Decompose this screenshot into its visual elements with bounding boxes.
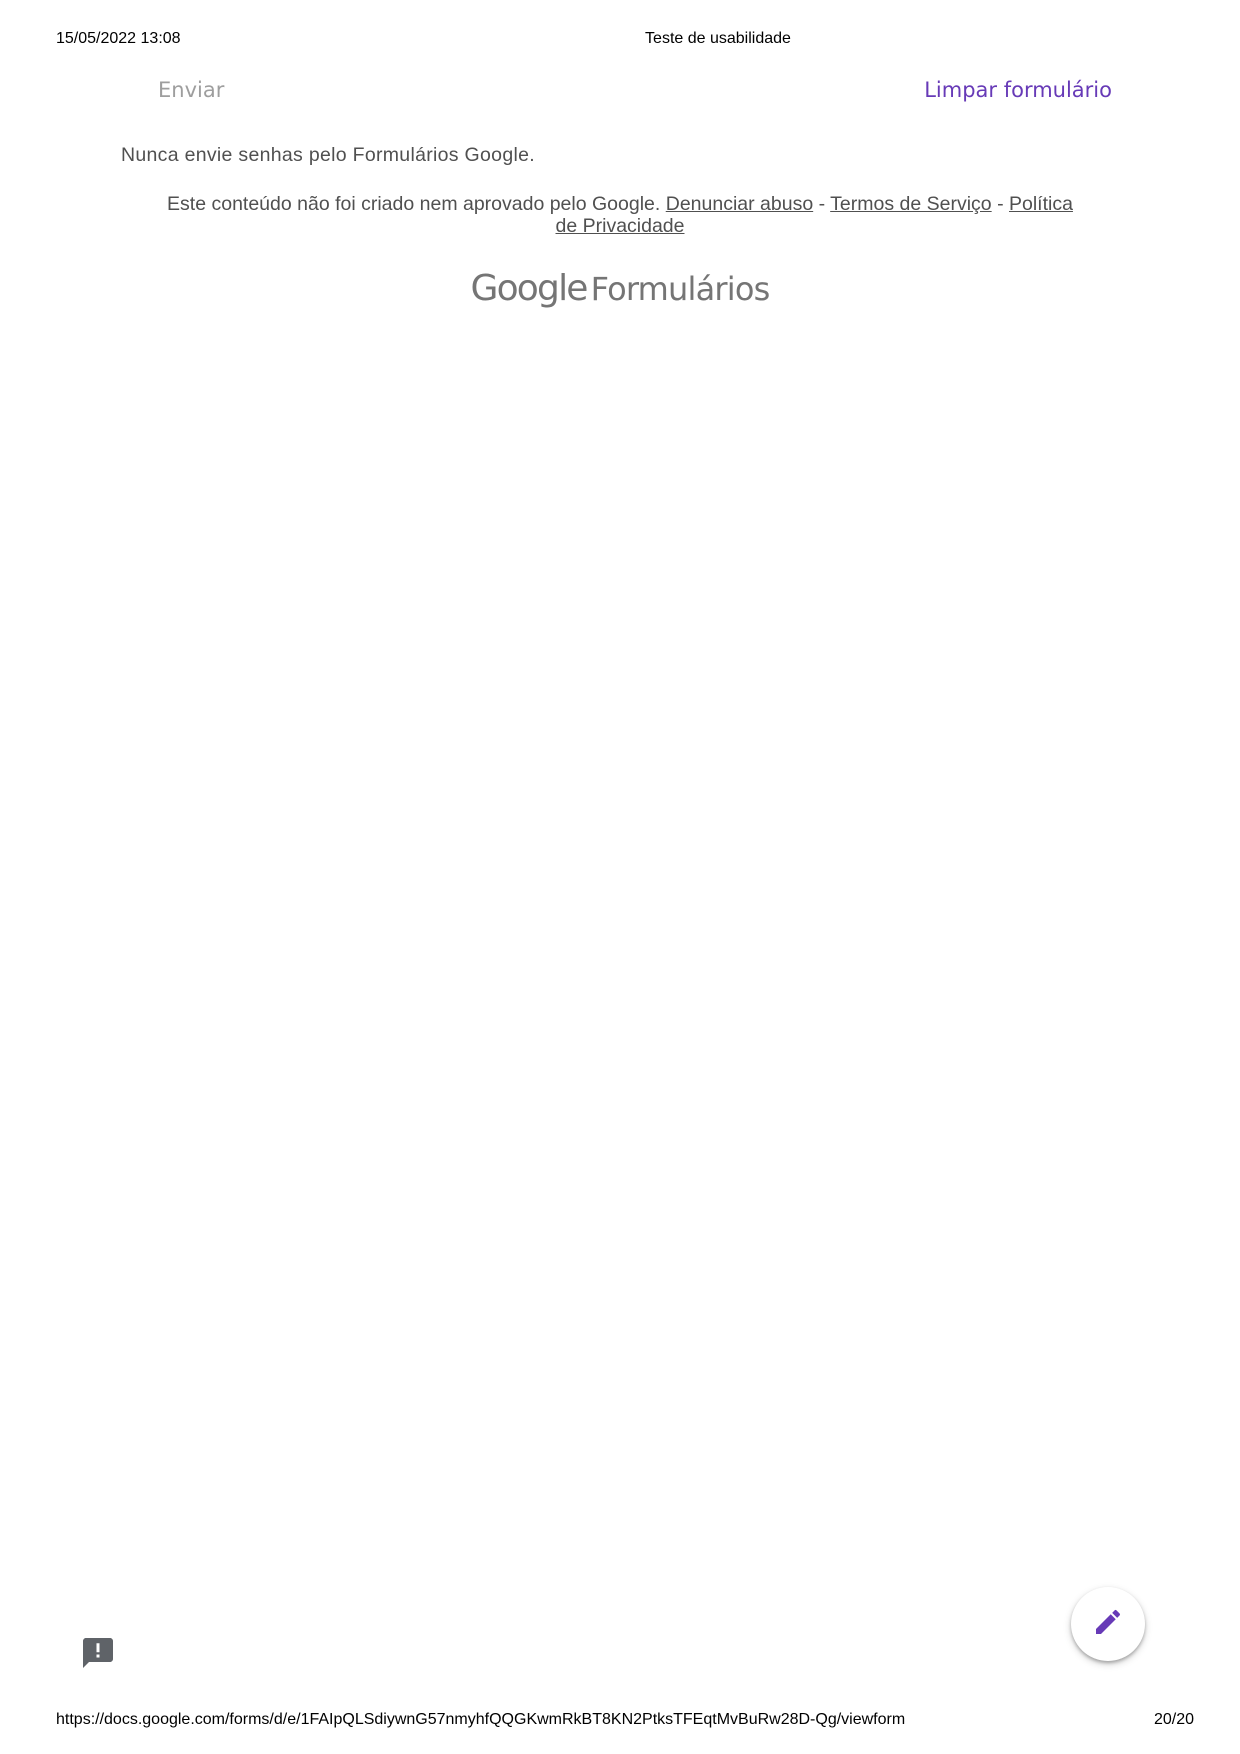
clear-form-button[interactable]: Limpar formulário — [910, 70, 1126, 110]
password-warning: Nunca envie senhas pelo Formulários Goog… — [121, 144, 535, 166]
edit-form-button[interactable] — [1071, 1587, 1145, 1661]
print-page-title: Teste de usabilidade — [645, 30, 791, 47]
print-url: https://docs.google.com/forms/d/e/1FAIpQ… — [56, 1711, 906, 1728]
google-forms-logo[interactable]: Google Formulários — [0, 268, 1240, 309]
google-wordmark: Google — [470, 268, 588, 309]
report-problem-icon[interactable] — [80, 1635, 116, 1671]
submit-button[interactable]: Enviar — [140, 70, 242, 110]
disclaimer: Este conteúdo não foi criado nem aprovad… — [160, 193, 1080, 237]
print-footer: https://docs.google.com/forms/d/e/1FAIpQ… — [0, 1711, 1240, 1733]
print-page-number: 20/20 — [1153, 1711, 1194, 1728]
link-separator: - — [818, 193, 826, 215]
forms-wordmark: Formulários — [590, 270, 771, 308]
terms-of-service-link[interactable]: Termos de Serviço — [830, 193, 991, 215]
disclaimer-text: Este conteúdo não foi criado nem aprovad… — [167, 193, 661, 215]
report-abuse-link[interactable]: Denunciar abuso — [666, 193, 813, 215]
link-separator: - — [997, 193, 1004, 215]
edit-pencil-icon — [1092, 1606, 1124, 1643]
print-header: 15/05/2022 13:08 Teste de usabilidade — [0, 30, 1240, 52]
